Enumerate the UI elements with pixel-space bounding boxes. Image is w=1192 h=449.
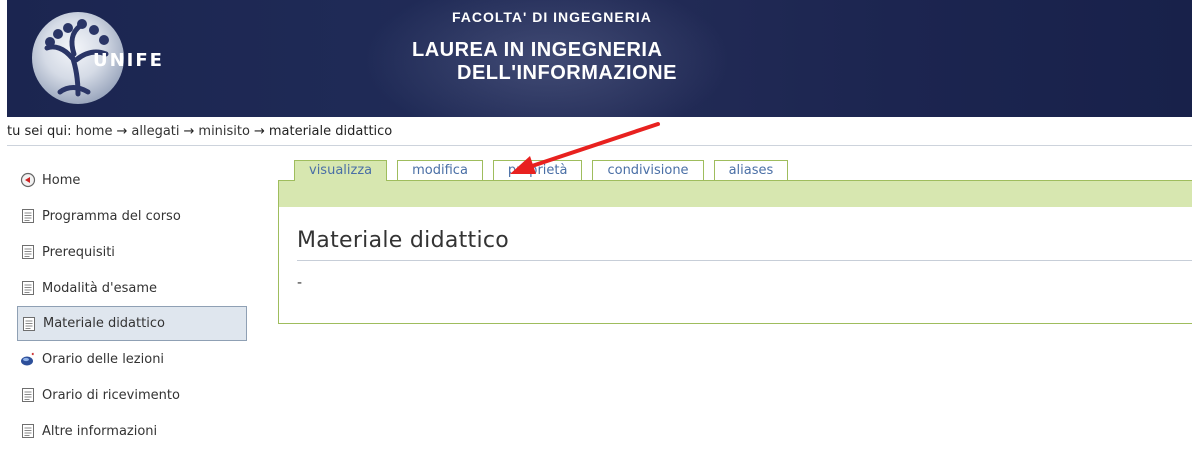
sidebar-item-altre-informazioni[interactable]: Altre informazioni (17, 413, 247, 449)
sidebar: Home Programma del corso Prerequisiti Mo… (17, 162, 247, 449)
sidebar-item-materiale-didattico[interactable]: Materiale didattico (17, 306, 247, 341)
breadcrumb-prefix: tu sei qui: (7, 124, 72, 139)
breadcrumb-minisito[interactable]: minisito (198, 124, 250, 139)
tab-aliases[interactable]: aliases (713, 160, 789, 180)
breadcrumb-allegati[interactable]: allegati (131, 124, 179, 139)
sidebar-item-orario-ricevimento[interactable]: Orario di ricevimento (17, 377, 247, 413)
tab-visualizza[interactable]: visualizza (294, 160, 388, 181)
sidebar-item-label: Home (42, 172, 81, 188)
sidebar-item-label: Materiale didattico (43, 316, 165, 331)
breadcrumb-separator: → (116, 124, 128, 139)
sidebar-item-label: Altre informazioni (42, 423, 158, 439)
sidebar-item-modalita-esame[interactable]: Modalità d'esame (17, 270, 247, 306)
sidebar-item-label: Prerequisiti (42, 244, 115, 260)
document-icon (20, 280, 36, 296)
tab-bar (278, 180, 1192, 207)
sidebar-item-label: Modalità d'esame (42, 280, 158, 296)
sidebar-item-home[interactable]: Home (17, 162, 247, 198)
document-icon (21, 316, 37, 332)
breadcrumb-home[interactable]: home (76, 124, 113, 139)
page-body: - (297, 275, 303, 291)
home-icon (20, 172, 36, 188)
breadcrumb-current: materiale didattico (268, 124, 393, 139)
annotation-arrow-icon (510, 122, 660, 174)
sidebar-item-orario-lezioni[interactable]: Orario delle lezioni (17, 341, 247, 377)
degree-title-line2: DELL'INFORMAZIONE (457, 62, 677, 84)
breadcrumb: tu sei qui: home → allegati → minisito → mater… (7, 121, 392, 143)
document-icon (20, 208, 36, 224)
sidebar-item-label: Orario di ricevimento (42, 387, 180, 403)
sidebar-item-label: Orario delle lezioni (42, 351, 165, 367)
title-divider (297, 260, 1192, 261)
degree-title-line1: LAUREA IN INGEGNERIA (412, 39, 663, 61)
document-icon (20, 423, 36, 439)
sidebar-item-programma[interactable]: Programma del corso (17, 198, 247, 234)
event-icon (20, 351, 36, 367)
logo-text: UNIFE (93, 50, 164, 71)
header-banner: UNIFE FACOLTA' DI INGEGNERIA LAUREA IN I… (7, 0, 1192, 117)
content-area: Materiale didattico - (278, 207, 1192, 324)
breadcrumb-separator: → (183, 124, 195, 139)
sidebar-item-prerequisiti[interactable]: Prerequisiti (17, 234, 247, 270)
breadcrumb-separator: → (253, 124, 265, 139)
document-icon (20, 387, 36, 403)
sidebar-item-label: Programma del corso (42, 208, 181, 224)
tab-modifica[interactable]: modifica (397, 160, 483, 180)
faculty-title: FACOLTA' DI INGEGNERIA (452, 9, 652, 25)
page-title: Materiale didattico (297, 228, 510, 253)
document-icon (20, 244, 36, 260)
